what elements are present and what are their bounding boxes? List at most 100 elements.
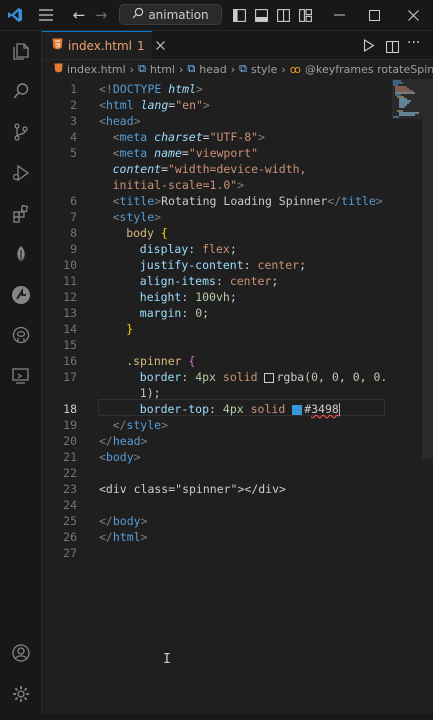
- code-line: 8 body {: [42, 225, 392, 241]
- accounts-icon[interactable]: [0, 635, 41, 671]
- forward-arrow-icon[interactable]: →: [92, 0, 110, 30]
- settings-gear-icon[interactable]: [0, 676, 41, 712]
- code-editor[interactable]: 1 <!DOCTYPE html> 2 <html lang="en"> 3 <head>…: [42, 79, 392, 720]
- chevron-right-icon: ›: [230, 62, 236, 76]
- code-text: <html lang="en">: [99, 98, 210, 112]
- search-label: animation: [148, 7, 209, 22]
- code-line: 1 <!DOCTYPE html>: [42, 81, 392, 97]
- toggle-secondary-sidebar-icon[interactable]: [275, 0, 291, 30]
- line-number: 20: [63, 434, 77, 448]
- code-line: 23 <div class="spinner"></div>: [42, 481, 392, 497]
- customize-layout-icon[interactable]: [297, 0, 313, 30]
- code-text: justify-content: center;: [139, 258, 306, 272]
- breadcrumb-item-style[interactable]: style: [251, 63, 277, 76]
- line-number: 2: [70, 98, 77, 112]
- tag-icon: ⧉: [239, 62, 247, 75]
- back-arrow-icon[interactable]: ←: [70, 0, 88, 30]
- breadcrumb-item-head[interactable]: head: [199, 63, 226, 76]
- line-number: 26: [63, 530, 77, 544]
- vscode-logo-icon: [6, 0, 24, 30]
- menu-icon[interactable]: [36, 0, 56, 30]
- line-number: 23: [63, 482, 77, 496]
- code-line: initial-scale=1.0">: [42, 177, 392, 193]
- activity-bar: [0, 31, 42, 720]
- github-icon[interactable]: [0, 317, 41, 353]
- live-share-icon[interactable]: [0, 277, 41, 313]
- code-line: 10 justify-content: center;: [42, 257, 392, 273]
- code-text: </body>: [99, 514, 148, 528]
- vertical-scrollbar[interactable]: [422, 79, 433, 459]
- leaf-extension-icon[interactable]: [0, 236, 41, 272]
- code-line: 26 </html>: [42, 529, 392, 545]
- run-icon[interactable]: [363, 37, 375, 56]
- code-text: <title>Rotating Loading Spinner</title>: [112, 194, 383, 208]
- code-text: }: [126, 322, 134, 336]
- maximize-icon[interactable]: [365, 0, 383, 30]
- remote-explorer-icon[interactable]: [0, 358, 41, 394]
- code-line: 22: [42, 465, 392, 481]
- code-line: 19 </style>: [42, 417, 392, 433]
- code-text: <meta charset="UTF-8">: [112, 130, 265, 144]
- code-line: 1);: [42, 385, 392, 401]
- line-number: 21: [63, 450, 77, 464]
- minimize-icon[interactable]: [330, 0, 348, 30]
- command-center-search[interactable]: animation: [119, 4, 222, 25]
- line-number: 6: [70, 194, 77, 208]
- code-text: .spinner {: [126, 354, 196, 368]
- code-text: <body>: [99, 450, 141, 464]
- code-text: display: flex;: [139, 242, 237, 256]
- source-control-icon[interactable]: [0, 114, 41, 150]
- explorer-icon[interactable]: [0, 33, 41, 69]
- code-line: 6 <title>Rotating Loading Spinner</title>: [42, 193, 392, 209]
- code-text: <div class="spinner"></div>: [99, 482, 286, 496]
- code-text: border-top: 4px solid #3498: [139, 402, 340, 416]
- line-number: 11: [63, 274, 77, 288]
- code-line: 5 <meta name="viewport": [42, 145, 392, 161]
- tab-index-html[interactable]: index.html 1: [42, 31, 165, 59]
- code-line: content="width=device-width,: [42, 161, 392, 177]
- line-number: 4: [70, 130, 77, 144]
- code-text: content="width=device-width,: [112, 162, 307, 176]
- code-line: 7 <style>: [42, 209, 392, 225]
- code-line: 12 height: 100vh;: [42, 289, 392, 305]
- code-text: <head>: [99, 114, 141, 128]
- search-icon: [132, 7, 144, 22]
- code-line: 18 border-top: 4px solid #3498: [42, 401, 392, 417]
- line-number: 10: [63, 258, 77, 272]
- run-debug-icon[interactable]: [0, 155, 41, 191]
- code-text: initial-scale=1.0">: [112, 178, 245, 192]
- code-line: 14}: [42, 321, 392, 337]
- chevron-right-icon: ›: [281, 62, 286, 76]
- code-text: border: 4px solid rgba(0, 0, 0, 0.: [139, 370, 388, 384]
- breadcrumb-item-keyframes[interactable]: @keyframes rotateSpinner: [305, 63, 433, 76]
- breadcrumb-item-file[interactable]: index.html: [67, 63, 126, 76]
- code-line: 17 border: 4px solid rgba(0, 0, 0, 0.: [42, 369, 392, 385]
- editor-tabs-bar: index.html 1 ···: [42, 31, 433, 60]
- line-number: 9: [70, 242, 77, 256]
- code-line: 20 </head>: [42, 433, 392, 449]
- line-number: 22: [63, 466, 77, 480]
- code-line: 16 .spinner {: [42, 353, 392, 369]
- symbol-property-icon: ꝏ: [289, 62, 301, 76]
- code-text: align-items: center;: [139, 274, 279, 288]
- extensions-icon[interactable]: [0, 196, 41, 232]
- search-view-icon[interactable]: [0, 73, 41, 109]
- tab-close-icon[interactable]: [155, 39, 165, 53]
- breadcrumb-item-html[interactable]: html: [150, 63, 175, 76]
- minimap[interactable]: [392, 79, 422, 720]
- more-actions-icon[interactable]: ···: [407, 35, 420, 51]
- line-number: 14: [63, 322, 77, 336]
- close-icon[interactable]: [404, 0, 422, 30]
- chevron-right-icon: ›: [129, 62, 135, 76]
- line-number: 27: [63, 546, 77, 560]
- chevron-right-icon: ›: [178, 62, 184, 76]
- toggle-panel-icon[interactable]: [253, 0, 269, 30]
- title-bar: ← → animation: [0, 0, 433, 31]
- breadcrumb: index.html › ⧉ html › ⧉ head › ⧉ style ›…: [42, 59, 433, 79]
- split-editor-icon[interactable]: [385, 38, 400, 57]
- toggle-primary-sidebar-icon[interactable]: [231, 0, 247, 30]
- code-text: margin: 0;: [139, 306, 210, 320]
- line-number: 16: [63, 354, 77, 368]
- code-line: 21 <body>: [42, 449, 392, 465]
- line-number: 24: [63, 498, 77, 512]
